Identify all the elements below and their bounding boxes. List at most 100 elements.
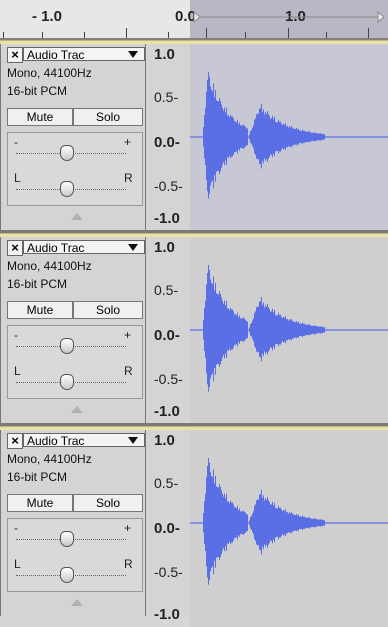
amp-label: -1.0 [154, 403, 180, 420]
track-name-label: Audio Trac [27, 241, 85, 255]
audio-track-3[interactable]: × Audio Trac Mono, 44100Hz 16-bit PCM Mu… [0, 426, 388, 627]
amp-label: 1.0 [154, 239, 175, 256]
amp-label: 0.0- [154, 327, 180, 344]
amp-label: 0.5- [154, 475, 179, 491]
gain-slider-thumb[interactable] [60, 338, 74, 354]
track-name-label: Audio Trac [27, 48, 85, 62]
pan-left-label: L [14, 364, 21, 378]
play-region-arrow-icon[interactable] [192, 9, 388, 31]
track-bit-depth-info: 16-bit PCM [7, 470, 68, 484]
collapse-track-button[interactable] [7, 401, 145, 419]
track-format-info: Mono, 44100Hz [7, 452, 92, 466]
gain-minus-label: - [14, 135, 18, 149]
mute-button[interactable]: Mute [7, 108, 73, 126]
waveform-area[interactable] [190, 44, 388, 230]
waveform-path [190, 458, 388, 585]
pan-left-label: L [14, 557, 21, 571]
amplitude-ruler: 1.0 0.5- 0.0- -0.5- -1.0 [146, 44, 190, 230]
gain-slider-thumb[interactable] [60, 531, 74, 547]
gain-slider-thumb[interactable] [60, 145, 74, 161]
amplitude-ruler: 1.0 0.5- 0.0- -0.5- -1.0 [146, 430, 190, 623]
waveform-plot [190, 458, 388, 585]
mute-button[interactable]: Mute [7, 494, 73, 512]
ruler-tick [126, 28, 127, 38]
amp-label: -1.0 [154, 210, 180, 227]
track-control-panel: × Audio Trac Mono, 44100Hz 16-bit PCM Mu… [0, 430, 146, 616]
waveform-path [190, 72, 388, 199]
collapse-arrow-icon [71, 406, 83, 413]
amp-label: -1.0 [154, 606, 180, 623]
collapse-track-button[interactable] [7, 208, 145, 226]
waveform-plot [190, 72, 388, 199]
pan-slider-thumb[interactable] [60, 374, 74, 390]
gain-pan-sliders: - + L R [7, 132, 143, 206]
waveform-path [190, 265, 388, 392]
mute-solo-row: Mute Solo [7, 301, 145, 319]
track-name-menu[interactable]: Audio Trac [23, 240, 145, 255]
track-control-panel: × Audio Trac Mono, 44100Hz 16-bit PCM Mu… [0, 44, 146, 230]
amp-label: -0.5- [154, 371, 183, 387]
amp-label: 0.0- [154, 134, 180, 151]
waveform-plot [190, 265, 388, 392]
track-format-info: Mono, 44100Hz [7, 66, 92, 80]
close-track-button[interactable]: × [7, 47, 23, 63]
audio-track-2[interactable]: × Audio Trac Mono, 44100Hz 16-bit PCM Mu… [0, 233, 388, 426]
mute-solo-row: Mute Solo [7, 108, 145, 126]
ruler-tick [168, 32, 169, 38]
amp-label: -0.5- [154, 564, 183, 580]
amp-label: -0.5- [154, 178, 183, 194]
dropdown-arrow-icon [128, 244, 138, 251]
ruler-tick [245, 32, 246, 38]
pan-slider-thumb[interactable] [60, 181, 74, 197]
gain-pan-sliders: - + L R [7, 325, 143, 399]
amp-label: 0.5- [154, 89, 179, 105]
close-track-button[interactable]: × [7, 240, 23, 256]
track-name-label: Audio Trac [27, 434, 85, 448]
track-format-info: Mono, 44100Hz [7, 259, 92, 273]
waveform-area[interactable] [190, 430, 388, 627]
track-name-menu[interactable]: Audio Trac [23, 433, 145, 448]
track-control-panel: × Audio Trac Mono, 44100Hz 16-bit PCM Mu… [0, 237, 146, 423]
gain-pan-sliders: - + L R [7, 518, 143, 592]
amp-label: 1.0 [154, 46, 175, 63]
waveform-area[interactable] [190, 237, 388, 423]
ruler-tick [326, 32, 327, 38]
solo-button[interactable]: Solo [73, 108, 143, 126]
gain-minus-label: - [14, 521, 18, 535]
audio-track-1[interactable]: × Audio Trac Mono, 44100Hz 16-bit PCM Mu… [0, 40, 388, 233]
gain-plus-label: + [124, 135, 132, 149]
mute-solo-row: Mute Solo [7, 494, 145, 512]
amp-label: 0.0- [154, 520, 180, 537]
amp-label: 0.5- [154, 282, 179, 298]
track-bit-depth-info: 16-bit PCM [7, 277, 68, 291]
gain-minus-label: - [14, 328, 18, 342]
gain-plus-label: + [124, 328, 132, 342]
collapse-arrow-icon [71, 599, 83, 606]
solo-button[interactable]: Solo [73, 301, 143, 319]
ruler-tick [42, 32, 43, 38]
pan-slider-thumb[interactable] [60, 567, 74, 583]
amp-label: 1.0 [154, 432, 175, 449]
track-name-menu[interactable]: Audio Trac [23, 47, 145, 62]
pan-right-label: R [124, 171, 133, 185]
dropdown-arrow-icon [128, 51, 138, 58]
track-title-row: × Audio Trac [7, 240, 145, 256]
timeline-ruler[interactable]: - 1.0 0.0 1.0 [0, 0, 388, 40]
track-bit-depth-info: 16-bit PCM [7, 84, 68, 98]
pan-right-label: R [124, 557, 133, 571]
close-track-button[interactable]: × [7, 433, 23, 449]
gain-plus-label: + [124, 521, 132, 535]
dropdown-arrow-icon [128, 437, 138, 444]
collapse-track-button[interactable] [7, 594, 145, 612]
ruler-tick [84, 32, 85, 38]
ruler-tick [3, 32, 4, 38]
pan-right-label: R [124, 364, 133, 378]
mute-button[interactable]: Mute [7, 301, 73, 319]
pan-left-label: L [14, 171, 21, 185]
ruler-label-minus-one: - 1.0 [32, 8, 63, 25]
solo-button[interactable]: Solo [73, 494, 143, 512]
track-title-row: × Audio Trac [7, 433, 145, 449]
collapse-arrow-icon [71, 213, 83, 220]
amplitude-ruler: 1.0 0.5- 0.0- -0.5- -1.0 [146, 237, 190, 423]
track-title-row: × Audio Trac [7, 47, 145, 63]
